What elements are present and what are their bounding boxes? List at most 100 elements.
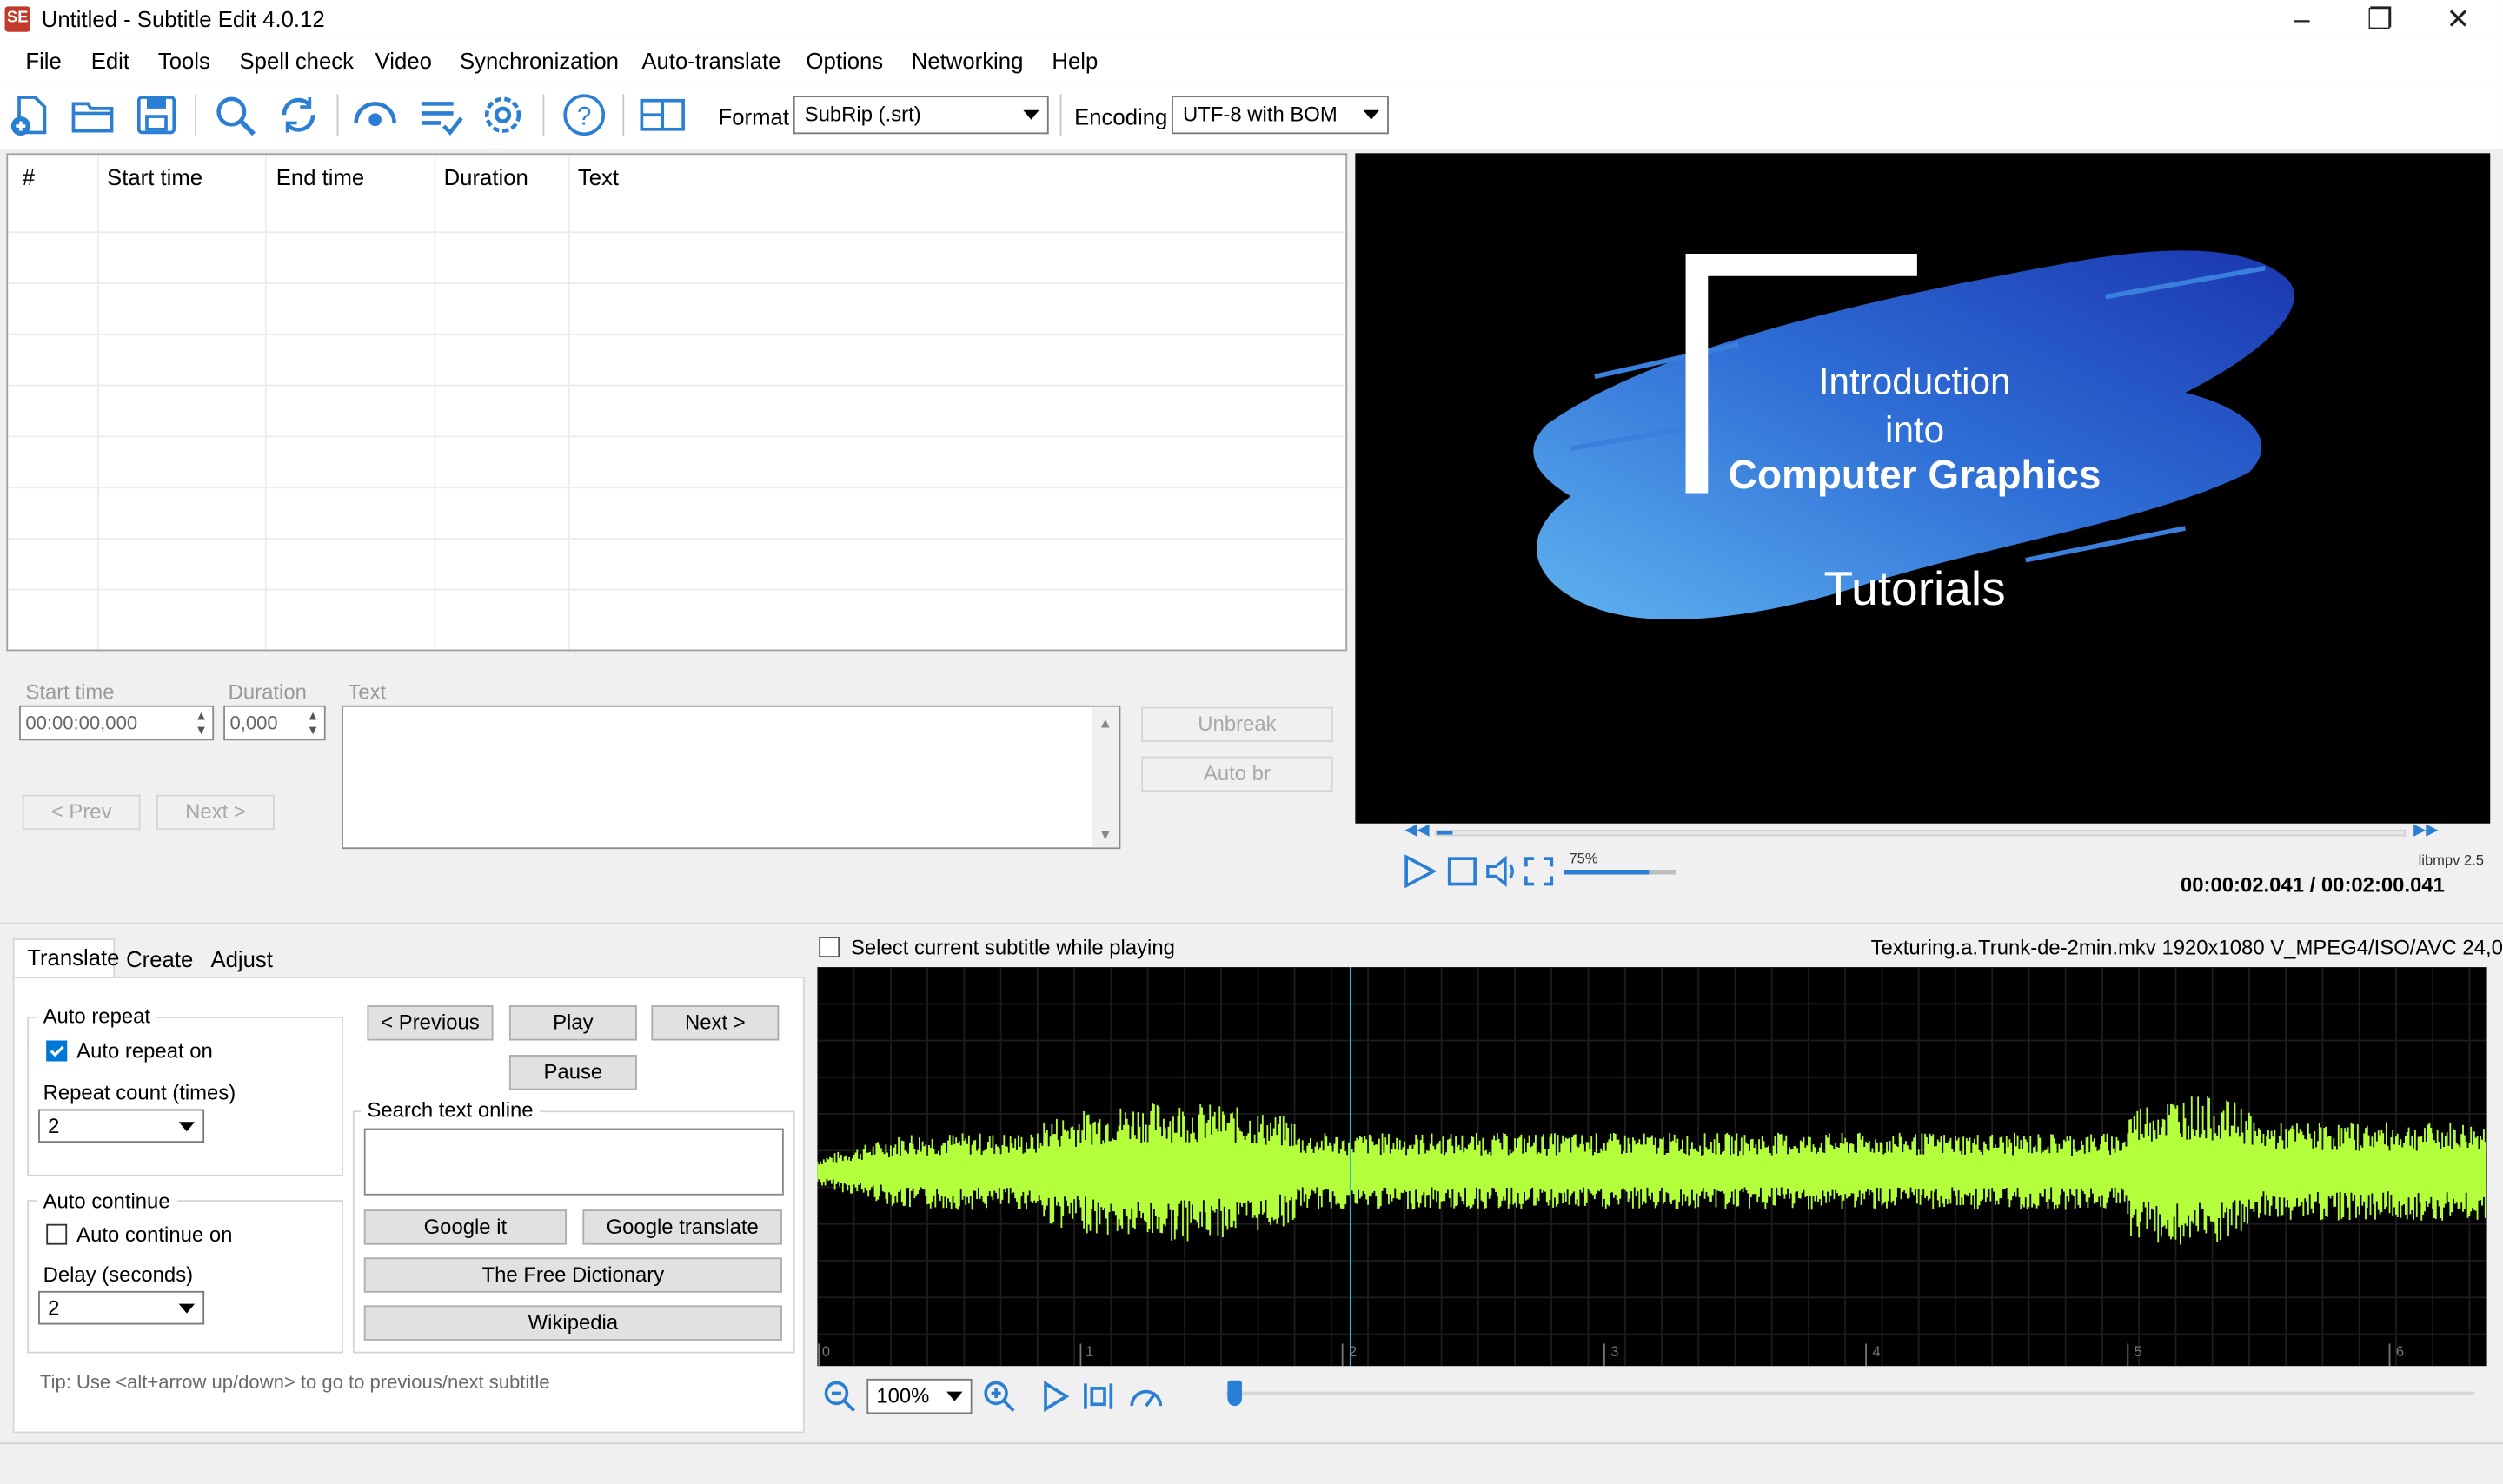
google-it-button[interactable]: Google it xyxy=(363,1209,568,1245)
waveform-play-icon[interactable] xyxy=(1039,1379,1072,1414)
new-file-icon[interactable] xyxy=(6,91,54,139)
close-icon[interactable]: ✕ xyxy=(2420,0,2496,40)
tab-translate[interactable]: Translate xyxy=(12,937,119,978)
layout-icon[interactable] xyxy=(639,91,687,139)
visual-sync-icon[interactable] xyxy=(351,91,399,139)
help-icon[interactable]: ? xyxy=(561,91,608,139)
waveform-tick-label: 6 xyxy=(2395,1343,2405,1360)
duration-input[interactable]: 0,000 ▲ ▼ xyxy=(223,705,326,741)
start-time-input[interactable]: 00:00:00,000 ▲ ▼ xyxy=(19,705,215,741)
spinner-arrows-icon[interactable]: ▲ ▼ xyxy=(307,708,320,737)
menu-options[interactable]: Options xyxy=(807,48,884,73)
start-time-label: Start time xyxy=(25,679,115,704)
auto-repeat-label: Auto repeat on xyxy=(76,1038,213,1063)
column-header-duration[interactable]: Duration xyxy=(444,164,528,189)
search-text-input[interactable] xyxy=(363,1128,784,1196)
zoom-out-icon[interactable] xyxy=(822,1379,857,1414)
menu-auto-translate[interactable]: Auto-translate xyxy=(641,48,780,73)
tab-adjust[interactable]: Adjust xyxy=(210,946,272,971)
column-header-number[interactable]: # xyxy=(23,164,35,189)
grid-divider xyxy=(97,155,99,650)
tab-create[interactable]: Create xyxy=(126,946,193,971)
toolbar-separator xyxy=(1059,94,1062,136)
select-current-checkbox[interactable] xyxy=(819,937,840,958)
fix-errors-icon[interactable] xyxy=(416,91,464,139)
waveform-zoom-dropdown[interactable]: 100% xyxy=(866,1378,973,1414)
grid-divider xyxy=(8,282,1346,284)
svg-text:?: ? xyxy=(577,102,591,130)
app-logo-icon: SE xyxy=(4,6,30,32)
title-bar: SE Untitled - Subtitle Edit 4.0.12 – ❐ ✕ xyxy=(0,0,2503,40)
maximize-icon[interactable]: ❐ xyxy=(2341,0,2418,40)
next-button[interactable]: Next > xyxy=(156,794,275,831)
menu-edit[interactable]: Edit xyxy=(91,48,129,73)
video-seek-bar[interactable] xyxy=(1435,830,2406,837)
prev-button[interactable]: < Prev xyxy=(22,794,141,831)
encoding-label: Encoding xyxy=(1074,103,1168,129)
menu-spell-check[interactable]: Spell check xyxy=(240,48,354,73)
search-icon[interactable] xyxy=(210,91,258,139)
text-label: Text xyxy=(348,679,387,704)
video-text-line-1: Introduction xyxy=(1818,361,2011,402)
duration-label: Duration xyxy=(228,679,307,704)
auto-repeat-checkbox[interactable] xyxy=(46,1040,68,1062)
menu-video[interactable]: Video xyxy=(375,48,432,73)
delay-dropdown[interactable]: 2 xyxy=(38,1290,205,1325)
audio-waveform[interactable]: 0 1 2 3 4 5 6 xyxy=(817,967,2487,1367)
previous-button[interactable]: < Previous xyxy=(367,1005,494,1041)
volume-icon[interactable] xyxy=(1484,854,1519,889)
menu-synchronization[interactable]: Synchronization xyxy=(460,48,619,73)
grid-divider xyxy=(8,384,1346,387)
subtitle-list[interactable]: # Start time End time Duration Text xyxy=(6,153,1348,652)
toolbar-separator xyxy=(336,94,339,136)
column-header-text[interactable]: Text xyxy=(578,164,619,189)
wikipedia-button[interactable]: Wikipedia xyxy=(363,1305,782,1341)
subtitle-text-input[interactable]: ▲ ▼ xyxy=(342,705,1121,850)
video-file-info: Texturing.a.Trunk-de-2min.mkv 1920x1080 … xyxy=(1870,935,2503,959)
stop-icon[interactable] xyxy=(1446,855,1478,887)
select-current-label: Select current subtitle while playing xyxy=(850,935,1175,959)
auto-br-button[interactable]: Auto br xyxy=(1141,756,1333,792)
google-translate-button[interactable]: Google translate xyxy=(582,1209,782,1245)
waveform-tick-label: 0 xyxy=(821,1343,831,1360)
encoding-dropdown[interactable]: UTF-8 with BOM xyxy=(1172,96,1389,135)
fullscreen-icon[interactable] xyxy=(1523,855,1555,887)
playback-speed-icon[interactable] xyxy=(1127,1379,1165,1414)
scroll-up-icon[interactable]: ▲ xyxy=(1099,715,1112,731)
pause-button[interactable]: Pause xyxy=(508,1055,637,1090)
text-scrollbar[interactable]: ▲ ▼ xyxy=(1092,706,1119,848)
next-line-button[interactable]: Next > xyxy=(651,1005,780,1041)
waveform-position-slider[interactable] xyxy=(1225,1391,2474,1395)
delay-label: Delay (seconds) xyxy=(43,1262,194,1287)
menu-tools[interactable]: Tools xyxy=(158,48,210,73)
format-dropdown[interactable]: SubRip (.srt) xyxy=(793,96,1049,135)
scroll-down-icon[interactable]: ▼ xyxy=(1099,826,1112,842)
rewind-icon[interactable]: ◀◀ xyxy=(1404,822,1429,839)
auto-continue-checkbox[interactable] xyxy=(46,1223,68,1245)
open-folder-icon[interactable] xyxy=(69,91,116,139)
chevron-down-icon xyxy=(1363,109,1379,120)
waveform-slider-thumb[interactable] xyxy=(1227,1380,1242,1407)
menu-networking[interactable]: Networking xyxy=(912,48,1024,73)
waveform-stop-icon[interactable] xyxy=(1080,1379,1115,1414)
video-preview[interactable]: Introduction into Computer Graphics Tuto… xyxy=(1355,153,2491,824)
free-dictionary-button[interactable]: The Free Dictionary xyxy=(363,1257,782,1293)
column-header-start-time[interactable]: Start time xyxy=(107,164,202,189)
play-icon[interactable] xyxy=(1398,852,1440,891)
settings-gear-icon[interactable] xyxy=(479,91,527,139)
save-icon[interactable] xyxy=(132,91,180,139)
repeat-count-dropdown[interactable]: 2 xyxy=(38,1109,205,1143)
grid-divider xyxy=(264,155,267,650)
menu-help[interactable]: Help xyxy=(1052,48,1098,73)
menu-file[interactable]: File xyxy=(25,48,61,73)
column-header-end-time[interactable]: End time xyxy=(276,164,364,189)
play-button[interactable]: Play xyxy=(508,1005,637,1041)
unbreak-button[interactable]: Unbreak xyxy=(1141,706,1333,743)
minimize-icon[interactable]: – xyxy=(2263,0,2340,40)
spinner-arrows-icon[interactable]: ▲ ▼ xyxy=(195,708,208,737)
volume-slider[interactable] xyxy=(1564,870,1676,875)
replace-icon[interactable] xyxy=(275,91,322,139)
zoom-in-icon[interactable] xyxy=(982,1379,1017,1414)
fast-forward-icon[interactable]: ▶▶ xyxy=(2413,822,2438,839)
chevron-down-icon xyxy=(178,1122,196,1132)
